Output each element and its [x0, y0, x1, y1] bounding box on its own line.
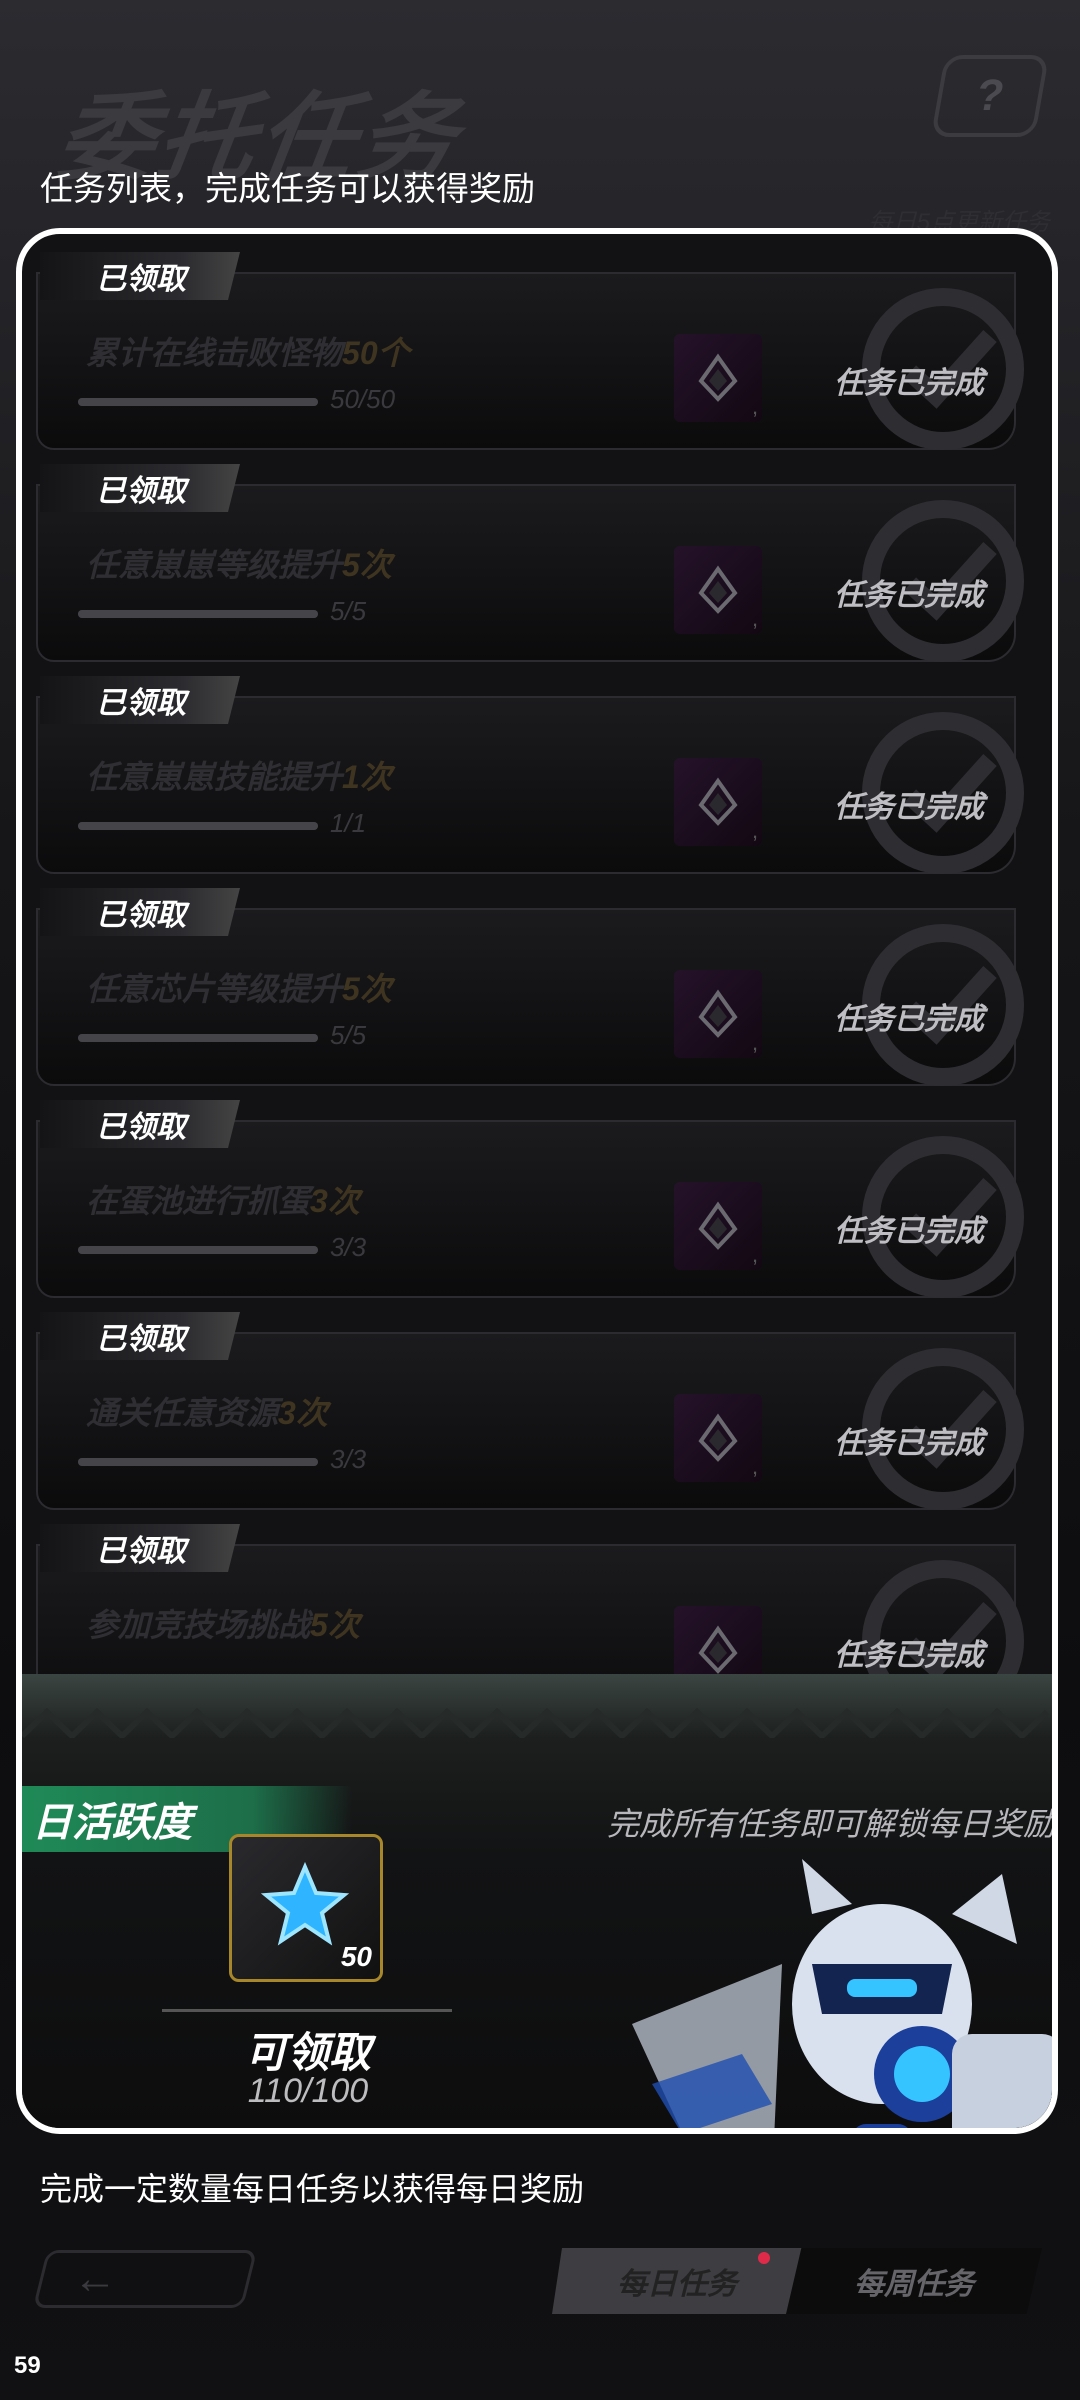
task-card[interactable]: 已领取 在蛋池进行抓蛋3次 3/3 , 任务已完成: [36, 1100, 1024, 1298]
task-name: 参加竞技场挑战5次: [86, 1607, 360, 1643]
task-card[interactable]: 已领取 任意崽崽技能提升1次 1/1 , 任务已完成: [36, 676, 1024, 874]
claimed-tag: 已领取: [40, 1100, 240, 1148]
annotation-task-list: 任务列表，完成任务可以获得奖励: [40, 170, 535, 207]
mascot-robot-illustration: [632, 1859, 1052, 2128]
reward-count: ,: [752, 394, 759, 419]
reward-item-icon[interactable]: [674, 1394, 762, 1482]
claimed-tag: 已领取: [40, 676, 240, 724]
claim-button[interactable]: 可领取: [188, 2019, 428, 2080]
task-progress: 3/3: [330, 1444, 367, 1474]
tab-daily-label: 每日任务: [617, 2268, 737, 2301]
daily-reward-item[interactable]: 50: [229, 1834, 383, 1982]
reward-count: ,: [752, 606, 759, 631]
reward-item-icon[interactable]: [674, 970, 762, 1058]
progress-bar: [78, 610, 318, 618]
task-name: 任意崽崽等级提升5次: [86, 547, 392, 583]
progress-bar: [78, 1458, 318, 1466]
reward-count: ,: [752, 1454, 759, 1479]
task-list[interactable]: 已领取 累计在线击败怪物50个 50/50 , 任务已完成 已领取 任意崽崽等级…: [22, 234, 1052, 1674]
task-status: 任务已完成: [834, 1215, 984, 1248]
task-status: 任务已完成: [834, 1003, 984, 1036]
help-button[interactable]: ?: [930, 55, 1050, 137]
progress-bar: [78, 1034, 318, 1042]
tab-weekly-label: 每周任务: [854, 2268, 974, 2301]
reward-count: ,: [752, 818, 759, 843]
annotation-daily-reward: 完成一定数量每日任务以获得每日奖励: [40, 2171, 585, 2207]
claimed-tag: 已领取: [40, 1524, 240, 1572]
daily-description: 完成所有任务即可解锁每日奖励: [607, 1806, 1056, 1842]
task-card[interactable]: 已领取 累计在线击败怪物50个 50/50 , 任务已完成: [36, 252, 1024, 450]
reward-count: ,: [752, 1030, 759, 1055]
task-progress: 50/50: [330, 384, 396, 414]
star-icon: [260, 1861, 350, 1946]
progress-bar: [78, 398, 318, 406]
help-icon: ?: [972, 71, 1008, 120]
claimed-tag: 已领取: [40, 1312, 240, 1360]
task-status: 任务已完成: [834, 1427, 984, 1460]
task-name: 任意芯片等级提升5次: [86, 971, 392, 1007]
reward-item-icon[interactable]: [674, 1182, 762, 1270]
page-number: 59: [14, 2352, 41, 2379]
zigzag-divider: [22, 1708, 1050, 1738]
reward-item-icon[interactable]: [674, 546, 762, 634]
claimed-tag: 已领取: [40, 464, 240, 512]
task-card[interactable]: 已领取 通关任意资源3次 3/3 , 任务已完成: [36, 1312, 1024, 1510]
task-card[interactable]: 已领取 任意崽崽等级提升5次 5/5 , 任务已完成: [36, 464, 1024, 662]
reward-item-icon[interactable]: [674, 758, 762, 846]
reward-count: ,: [752, 1242, 759, 1267]
reward-quantity: 50: [340, 1941, 372, 1972]
highlight-frame: 已领取 累计在线击败怪物50个 50/50 , 任务已完成 已领取 任意崽崽等级…: [16, 228, 1058, 2134]
progress-bar: [78, 822, 318, 830]
tab-weekly-tasks[interactable]: 每周任务: [786, 2248, 1042, 2314]
reward-item-icon[interactable]: [674, 1606, 762, 1674]
task-progress: 3/3: [330, 1232, 367, 1262]
task-status: 任务已完成: [834, 367, 984, 400]
task-progress: 5/5: [330, 596, 367, 626]
divider: [162, 2009, 452, 2012]
activity-points: 110/100: [247, 2072, 369, 2110]
task-name: 通关任意资源3次: [86, 1395, 328, 1431]
task-name: 在蛋池进行抓蛋3次: [86, 1183, 360, 1219]
notification-dot: [758, 2252, 770, 2264]
task-card[interactable]: 已领取 任意芯片等级提升5次 5/5 , 任务已完成: [36, 888, 1024, 1086]
claimed-tag: 已领取: [40, 252, 240, 300]
claimed-tag: 已领取: [40, 888, 240, 936]
task-status: 任务已完成: [834, 1639, 984, 1672]
daily-activity-panel: 日活跃度 完成所有任务即可解锁每日奖励 50 可领取 110/100: [22, 1674, 1052, 2128]
task-name: 累计在线击败怪物50个: [86, 335, 410, 371]
task-status: 任务已完成: [834, 791, 984, 824]
task-progress: 1/1: [330, 808, 367, 838]
progress-bar: [78, 1246, 318, 1254]
task-progress: 5/5: [330, 1020, 367, 1050]
task-status: 任务已完成: [834, 579, 984, 612]
task-name: 任意崽崽技能提升1次: [86, 759, 392, 795]
tab-daily-tasks[interactable]: 每日任务: [552, 2248, 802, 2314]
reward-item-icon[interactable]: [674, 334, 762, 422]
back-button[interactable]: ←: [32, 2250, 258, 2308]
back-arrow-icon: ←: [73, 2254, 117, 2303]
task-card[interactable]: 已领取 参加竞技场挑战5次 任务已完成: [36, 1524, 1024, 1674]
